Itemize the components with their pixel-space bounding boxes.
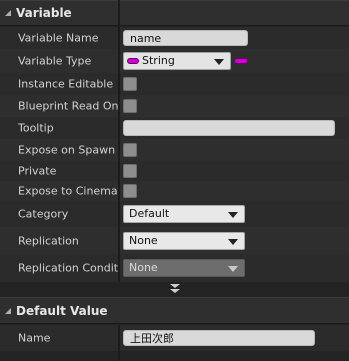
collapse-arrow-icon[interactable] xyxy=(5,307,11,314)
container-type-pill-icon[interactable] xyxy=(234,58,248,64)
default-name-input[interactable]: 上田次郎 xyxy=(123,330,315,346)
instance-editable-wrap xyxy=(123,77,137,91)
expose-to-cinematics-checkbox[interactable] xyxy=(123,184,137,198)
row-tooltip: Tooltip xyxy=(0,117,349,139)
row-label: Replication Condition xyxy=(18,261,118,275)
row-blueprint-read-only: Blueprint Read Only xyxy=(0,95,349,117)
row-category: Category Default xyxy=(0,201,349,227)
row-expose-on-spawn: Expose on Spawn xyxy=(0,139,349,161)
row-label: Expose on Spawn xyxy=(18,143,116,157)
variable-type-dropdown[interactable]: String xyxy=(123,52,231,70)
row-label: Category xyxy=(18,207,69,221)
variable-name-field-wrap: name xyxy=(123,30,248,46)
section-header-default-value[interactable]: Default Value xyxy=(0,297,349,324)
chevron-down-icon xyxy=(228,238,238,245)
row-default-name: Name 上田次郎 xyxy=(0,325,349,351)
instance-editable-checkbox[interactable] xyxy=(123,77,137,91)
replication-condition-value: None xyxy=(129,261,158,274)
replication-value: None xyxy=(129,233,158,247)
details-panel: Variable Variable Name name Variable Typ… xyxy=(0,0,349,361)
replication-condition-dropdown: None xyxy=(123,259,245,277)
row-label: Name xyxy=(18,331,51,345)
section-header-variable[interactable]: Variable xyxy=(0,0,349,26)
tooltip-wrap xyxy=(123,120,335,136)
row-replication-condition: Replication Condition None xyxy=(0,254,349,282)
section-title: Variable xyxy=(16,6,72,20)
private-wrap xyxy=(123,164,137,178)
row-instance-editable: Instance Editable xyxy=(0,73,349,95)
chevron-down-icon xyxy=(214,59,224,65)
double-chevron-down-icon[interactable] xyxy=(169,284,180,294)
chevron-down-icon xyxy=(228,266,238,272)
expose-on-spawn-checkbox[interactable] xyxy=(123,143,137,157)
default-name-wrap: 上田次郎 xyxy=(123,330,315,346)
row-expose-to-cinematics: Expose to Cinematics xyxy=(0,181,349,201)
category-wrap: Default xyxy=(123,205,245,223)
category-dropdown[interactable]: Default xyxy=(123,205,245,223)
row-label: Variable Name xyxy=(18,31,99,45)
column-divider[interactable] xyxy=(118,325,120,361)
advanced-expander[interactable] xyxy=(0,282,349,296)
variable-name-input[interactable]: name xyxy=(123,30,248,46)
category-value: Default xyxy=(129,207,170,220)
blueprint-read-only-wrap xyxy=(123,99,137,113)
row-variable-name: Variable Name name xyxy=(0,27,349,49)
variable-type-value: String xyxy=(142,54,175,67)
section-title: Default Value xyxy=(16,303,108,318)
collapse-arrow-icon[interactable] xyxy=(5,10,11,16)
variable-type-wrap: String xyxy=(123,52,248,70)
pill-pin-icon xyxy=(127,58,139,64)
row-variable-type: Variable Type String xyxy=(0,49,349,73)
replication-wrap: None xyxy=(123,231,245,250)
row-label: Variable Type xyxy=(18,54,92,68)
chevron-down-icon xyxy=(228,212,238,218)
row-label: Private xyxy=(18,164,57,178)
expose-on-spawn-wrap xyxy=(123,143,137,157)
row-label: Instance Editable xyxy=(18,77,114,91)
replication-condition-wrap: None xyxy=(123,259,245,277)
row-label: Replication xyxy=(18,234,79,247)
expose-to-cinematics-wrap xyxy=(123,184,137,198)
replication-dropdown[interactable]: None xyxy=(123,231,245,250)
row-replication: Replication None xyxy=(0,227,349,254)
row-label: Blueprint Read Only xyxy=(18,99,118,113)
row-private: Private xyxy=(0,161,349,181)
row-label: Tooltip xyxy=(18,121,54,135)
private-checkbox[interactable] xyxy=(123,164,137,178)
tooltip-input[interactable] xyxy=(123,120,335,136)
row-label: Expose to Cinematics xyxy=(18,184,118,198)
column-divider[interactable] xyxy=(118,0,120,282)
blueprint-read-only-checkbox[interactable] xyxy=(123,99,137,113)
